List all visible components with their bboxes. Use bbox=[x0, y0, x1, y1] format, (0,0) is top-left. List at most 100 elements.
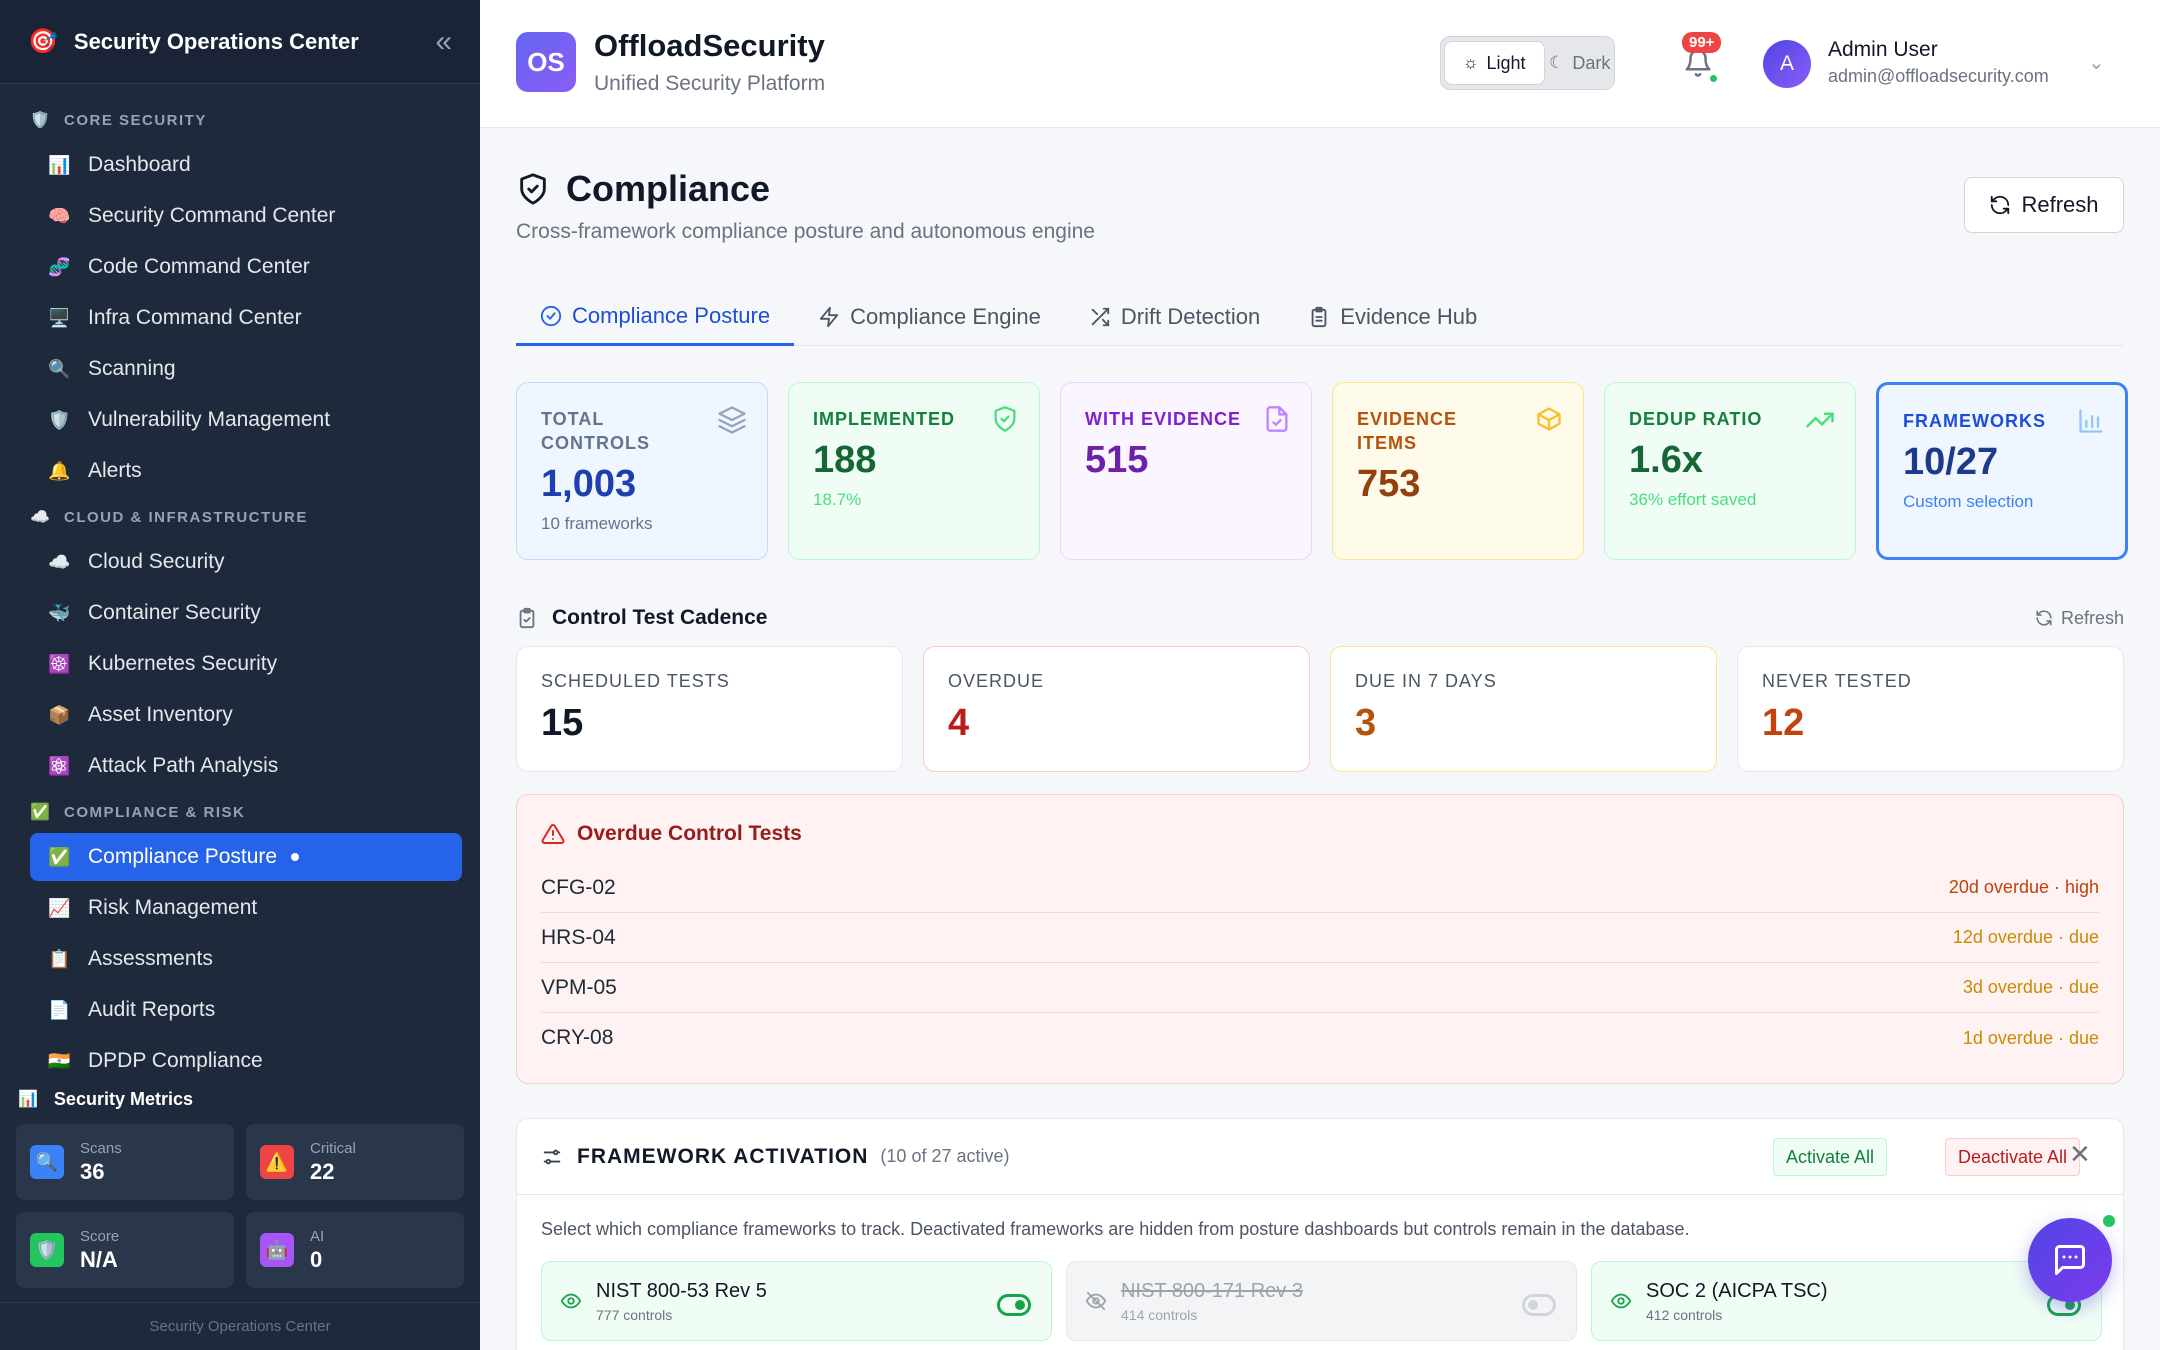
bar-chart-icon: 📊 bbox=[48, 154, 71, 175]
framework-toggle[interactable] bbox=[1522, 1294, 1556, 1316]
chat-online-dot bbox=[2100, 1212, 2118, 1230]
theme-dark-button[interactable]: ☾ Dark bbox=[1549, 41, 1612, 85]
framework-card-nist-800-171[interactable]: NIST 800-171 Rev 3 414 controls bbox=[1066, 1261, 1577, 1341]
tab-compliance-engine[interactable]: Compliance Engine bbox=[794, 288, 1065, 346]
security-metrics: 📊 Security Metrics 🔍 Scans 36 ⚠️ Critical 2… bbox=[0, 1080, 480, 1288]
stat-card-dedup-ratio[interactable]: DEDUP RATIO 1.6x 36% effort saved bbox=[1604, 382, 1856, 560]
sidebar-item-container-security[interactable]: 🐳 Container Security bbox=[30, 589, 462, 637]
eye-icon bbox=[560, 1293, 582, 1309]
refresh-button[interactable]: Refresh bbox=[1964, 177, 2124, 233]
close-icon[interactable]: ✕ bbox=[2069, 1139, 2091, 1170]
metric-ai[interactable]: 🤖 AI 0 bbox=[246, 1212, 464, 1288]
stat-card-total-controls[interactable]: TOTAL CONTROLS 1,003 10 frameworks bbox=[516, 382, 768, 560]
bell-icon: 🔔 bbox=[48, 460, 71, 481]
active-indicator-dot bbox=[291, 853, 300, 861]
box-icon bbox=[1537, 407, 1561, 431]
user-name[interactable]: Admin User bbox=[1828, 38, 1938, 62]
collapse-sidebar-icon[interactable]: « bbox=[435, 25, 452, 59]
cloud-icon: ☁️ bbox=[48, 551, 71, 572]
india-flag-icon: 🇮🇳 bbox=[48, 1050, 71, 1071]
overdue-title: Overdue Control Tests bbox=[541, 819, 2099, 849]
activate-all-button[interactable]: Activate All bbox=[1773, 1138, 1888, 1176]
robot-icon: 🤖 bbox=[260, 1233, 294, 1267]
framework-toggle[interactable] bbox=[997, 1294, 1031, 1316]
tab-compliance-posture[interactable]: Compliance Posture bbox=[516, 288, 795, 346]
shuffle-icon bbox=[1091, 307, 1110, 327]
metric-score[interactable]: 🛡️ Score N/A bbox=[16, 1212, 234, 1288]
sidebar-item-attack-path-analysis[interactable]: ⚛️ Attack Path Analysis bbox=[30, 742, 462, 790]
tab-drift-detection[interactable]: Drift Detection bbox=[1065, 288, 1284, 346]
cadence-header: Control Test Cadence Refresh bbox=[516, 598, 2124, 638]
sidebar-item-dpdp-compliance[interactable]: 🇮🇳 DPDP Compliance bbox=[30, 1037, 462, 1079]
cadence-refresh-button[interactable]: Refresh bbox=[2035, 608, 2124, 629]
warning-icon bbox=[541, 823, 565, 844]
sidebar-item-security-command-center[interactable]: 🧠 Security Command Center bbox=[30, 192, 462, 240]
theme-toggle: ☼ Light ☾ Dark bbox=[1440, 36, 1615, 90]
cadence-due-in-7-days[interactable]: DUE IN 7 DAYS 3 bbox=[1330, 646, 1717, 772]
notification-badge: 99+ bbox=[1682, 32, 1722, 53]
brand-name: OffloadSecurity bbox=[594, 28, 825, 63]
section-core-security: 🛡️ CORE SECURITY bbox=[30, 111, 207, 130]
table-row[interactable]: HRS-04 12d overdue · due bbox=[541, 913, 2099, 963]
package-icon: 📦 bbox=[48, 704, 71, 725]
sidebar-item-audit-reports[interactable]: 📄 Audit Reports bbox=[30, 986, 462, 1034]
sidebar: 🎯 Security Operations Center « 🛡️ CORE SE… bbox=[0, 0, 480, 1350]
bar-chart-icon bbox=[2079, 409, 2103, 433]
sidebar-item-kubernetes-security[interactable]: ☸️ Kubernetes Security bbox=[30, 640, 462, 688]
stat-card-with-evidence[interactable]: WITH EVIDENCE 515 bbox=[1060, 382, 1312, 560]
deactivate-all-button[interactable]: Deactivate All bbox=[1945, 1138, 2081, 1176]
stat-card-implemented[interactable]: IMPLEMENTED 188 18.7% bbox=[788, 382, 1040, 560]
sidebar-item-code-command-center[interactable]: 🧬 Code Command Center bbox=[30, 243, 462, 291]
sidebar-item-alerts[interactable]: 🔔 Alerts bbox=[30, 447, 462, 495]
sidebar-item-cloud-security[interactable]: ☁️ Cloud Security bbox=[30, 538, 462, 586]
target-icon: 🎯 bbox=[28, 28, 58, 55]
clipboard-icon: 📋 bbox=[48, 948, 71, 969]
file-check-icon bbox=[1266, 406, 1288, 432]
metric-critical[interactable]: ⚠️ Critical 22 bbox=[246, 1124, 464, 1200]
stat-cards: TOTAL CONTROLS 1,003 10 frameworks IMPLE… bbox=[516, 382, 2128, 560]
section-compliance-risk: ✅ COMPLIANCE & RISK bbox=[30, 803, 246, 822]
clipboard-check-icon bbox=[519, 607, 535, 629]
dna-icon: 🧬 bbox=[48, 256, 71, 277]
stat-card-evidence-items[interactable]: EVIDENCE ITEMS 753 bbox=[1332, 382, 1584, 560]
overdue-control-tests: Overdue Control Tests CFG-02 20d overdue … bbox=[516, 794, 2124, 1084]
magnifier-icon: 🔍 bbox=[30, 1145, 64, 1179]
avatar[interactable]: A bbox=[1763, 40, 1811, 88]
shield-icon: 🛡️ bbox=[30, 112, 52, 129]
sidebar-item-scanning[interactable]: 🔍 Scanning bbox=[30, 345, 462, 393]
sidebar-item-compliance-posture[interactable]: ✅ Compliance Posture bbox=[30, 833, 462, 881]
check-box-icon: ✅ bbox=[48, 846, 71, 867]
table-row[interactable]: VPM-05 3d overdue · due bbox=[541, 963, 2099, 1013]
atom-icon: ⚛️ bbox=[48, 755, 71, 776]
cadence-never-tested[interactable]: NEVER TESTED 12 bbox=[1737, 646, 2124, 772]
sun-icon: ☼ bbox=[1462, 53, 1479, 72]
sidebar-item-vulnerability-management[interactable]: 🛡️ Vulnerability Management bbox=[30, 396, 462, 444]
sidebar-item-assessments[interactable]: 📋 Assessments bbox=[30, 935, 462, 983]
stat-card-frameworks[interactable]: FRAMEWORKS 10/27 Custom selection bbox=[1876, 382, 2128, 560]
sidebar-item-infra-command-center[interactable]: 🖥️ Infra Command Center bbox=[30, 294, 462, 342]
framework-card-nist-800-53[interactable]: NIST 800-53 Rev 5 777 controls bbox=[541, 1261, 1052, 1341]
user-email: admin@offloadsecurity.com bbox=[1828, 66, 2049, 86]
theme-light-button[interactable]: ☼ Light bbox=[1444, 41, 1545, 85]
monitor-icon: 🖥️ bbox=[48, 307, 71, 328]
moon-icon: ☾ bbox=[1549, 53, 1565, 72]
tab-evidence-hub[interactable]: Evidence Hub bbox=[1284, 288, 1501, 346]
table-row[interactable]: CFG-02 20d overdue · high bbox=[541, 863, 2099, 913]
online-status-dot bbox=[1708, 73, 1719, 84]
framework-card-soc2[interactable]: SOC 2 (AICPA TSC) 412 controls bbox=[1591, 1261, 2102, 1341]
chevron-down-icon[interactable]: ⌄ bbox=[2088, 50, 2105, 75]
cadence-scheduled-tests[interactable]: SCHEDULED TESTS 15 bbox=[516, 646, 903, 772]
sidebar-item-dashboard[interactable]: 📊 Dashboard bbox=[30, 141, 462, 189]
sidebar-item-asset-inventory[interactable]: 📦 Asset Inventory bbox=[30, 691, 462, 739]
refresh-icon bbox=[2036, 610, 2052, 626]
table-row[interactable]: CRY-08 1d overdue · due bbox=[541, 1013, 2099, 1063]
cadence-cards: SCHEDULED TESTS 15 OVERDUE 4 DUE IN 7 DA… bbox=[516, 646, 2124, 772]
shield-check-icon bbox=[994, 406, 1016, 432]
sidebar-item-risk-management[interactable]: 📈 Risk Management bbox=[30, 884, 462, 932]
clipboard-icon bbox=[1311, 306, 1327, 328]
metric-scans[interactable]: 🔍 Scans 36 bbox=[16, 1124, 234, 1200]
magnifier-icon: 🔍 bbox=[48, 358, 71, 379]
cadence-overdue[interactable]: OVERDUE 4 bbox=[923, 646, 1310, 772]
framework-list: NIST 800-53 Rev 5 777 controls NIST 800-1… bbox=[541, 1261, 2102, 1341]
chat-button[interactable] bbox=[2028, 1218, 2112, 1302]
